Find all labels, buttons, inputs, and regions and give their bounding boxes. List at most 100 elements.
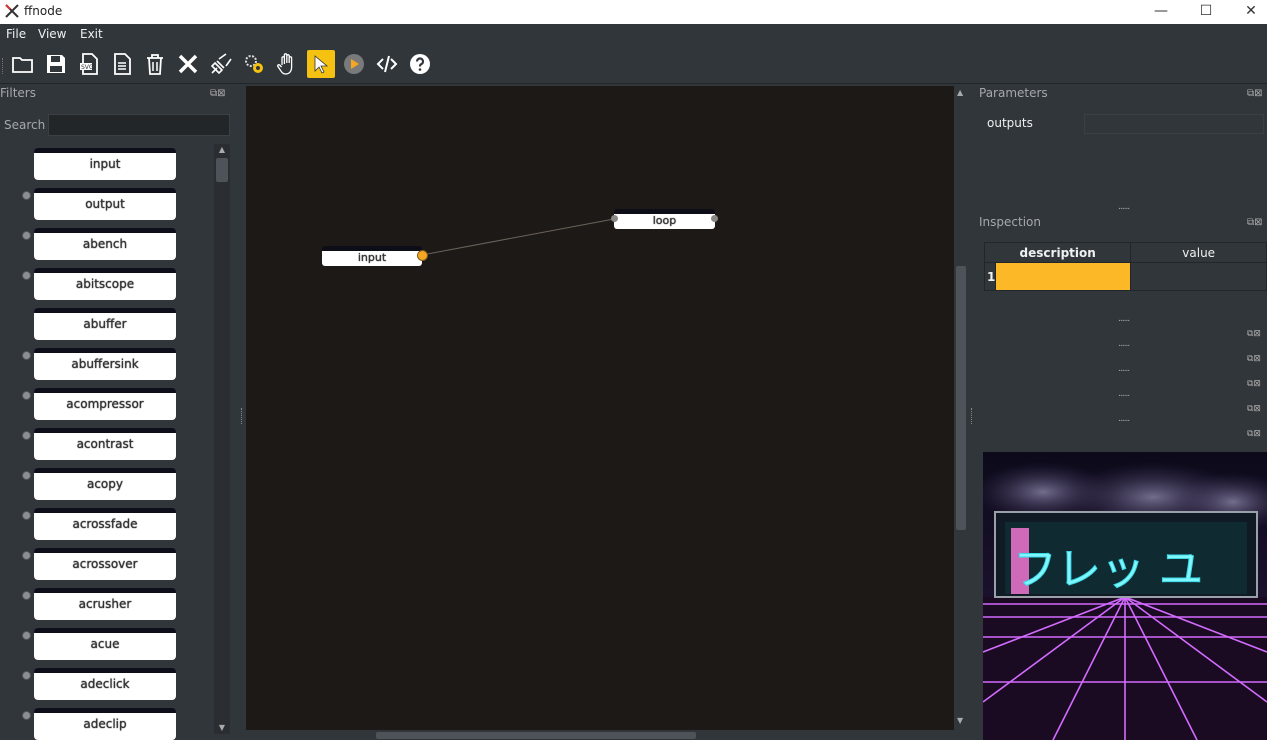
filter-item-label: acrusher	[78, 597, 132, 611]
output-port[interactable]	[711, 215, 718, 222]
dock-float-close-icon[interactable]: ⧉⊠	[1247, 379, 1261, 389]
dock-float-close-icon[interactable]: ⧉⊠	[1247, 429, 1261, 439]
scroll-down-icon[interactable]: ▼	[957, 716, 963, 725]
description-cell[interactable]	[995, 262, 1132, 291]
input-port[interactable]	[611, 215, 618, 222]
splitter-handle[interactable]: ......	[1118, 389, 1130, 399]
node-canvas[interactable]: input loop	[246, 86, 954, 730]
filter-port-dot	[22, 431, 31, 440]
filter-item[interactable]: acompressor	[34, 388, 176, 420]
search-label: Search	[4, 118, 46, 132]
minimize-button[interactable]: —	[1138, 0, 1184, 24]
scroll-thumb[interactable]	[956, 266, 966, 530]
splitter-handle[interactable]: ......	[1118, 364, 1130, 374]
dock-float-close-icon[interactable]: ⧉⊠	[1247, 217, 1267, 231]
node-loop[interactable]: loop	[614, 209, 715, 229]
document-icon[interactable]	[108, 50, 136, 78]
inspection-title: Inspection	[979, 215, 1041, 229]
splitter-handle[interactable]: ......	[1118, 339, 1130, 349]
filter-item-label: acrossover	[72, 557, 138, 571]
filter-item[interactable]: abuffer	[34, 308, 176, 340]
filter-item[interactable]: output	[34, 188, 176, 220]
hand-icon[interactable]	[273, 50, 301, 78]
gears-icon[interactable]	[240, 50, 268, 78]
code-icon[interactable]	[373, 50, 401, 78]
open-folder-icon[interactable]	[9, 50, 37, 78]
menu-exit[interactable]: Exit	[80, 27, 103, 41]
filter-port-dot	[22, 551, 31, 560]
scroll-down-icon[interactable]: ▼	[214, 722, 230, 734]
filter-item[interactable]: abench	[34, 228, 176, 260]
output-port[interactable]	[417, 250, 428, 261]
svg-text:SVG: SVG	[81, 64, 94, 71]
column-description[interactable]: description	[983, 242, 1132, 263]
filter-item-label: acompressor	[66, 397, 144, 411]
scroll-up-icon[interactable]: ▲	[957, 88, 963, 97]
filter-scrollbar[interactable]: ▲ ▼	[214, 144, 230, 734]
table-row[interactable]: 1	[983, 262, 1267, 291]
filter-item-label: adeclip	[83, 717, 127, 731]
value-cell[interactable]	[1130, 262, 1267, 291]
filter-item-label: abuffersink	[71, 357, 139, 371]
dock-float-close-icon[interactable]: ⧉⊠	[1247, 329, 1261, 339]
canvas-vertical-scrollbar[interactable]: ▲ ▼	[954, 86, 968, 730]
dock-float-close-icon[interactable]: ⧉⊠	[1247, 404, 1261, 414]
scroll-thumb[interactable]	[216, 158, 228, 182]
dock-float-close-icon[interactable]: ⧉⊠	[1247, 88, 1267, 102]
play-icon[interactable]	[340, 50, 368, 78]
filter-item[interactable]: acrossover	[34, 548, 176, 580]
toolbar-grip[interactable]	[2, 58, 5, 74]
filter-item[interactable]: abitscope	[34, 268, 176, 300]
export-icon[interactable]: SVG	[75, 50, 103, 78]
menu-file[interactable]: File	[6, 27, 26, 41]
filter-item[interactable]: abuffersink	[34, 348, 176, 380]
help-icon[interactable]	[406, 50, 434, 78]
filter-item-label: abuffer	[83, 317, 127, 331]
filter-port-dot	[22, 351, 31, 360]
inspection-table: description value 1	[983, 242, 1267, 291]
filter-item[interactable]: acontrast	[34, 428, 176, 460]
outputs-field[interactable]	[1084, 114, 1264, 134]
splitter-handle[interactable]: ......	[1118, 414, 1130, 424]
canvas-horizontal-scrollbar[interactable]	[246, 730, 954, 740]
toolbar: SVG	[0, 46, 1267, 84]
right-splitter[interactable]	[971, 408, 973, 424]
filter-item-label: abench	[82, 237, 128, 251]
app-icon	[5, 4, 19, 18]
filter-port-dot	[22, 231, 31, 240]
scroll-thumb[interactable]	[376, 732, 696, 739]
filter-list: input output abench abitscope abuffer abuffer…	[0, 144, 214, 740]
close-window-button[interactable]: ✕	[1228, 0, 1267, 24]
dock-float-close-icon[interactable]: ⧉⊠	[1247, 354, 1261, 364]
filter-item-label: acrossfade	[72, 517, 138, 531]
trash-icon[interactable]	[141, 50, 169, 78]
column-value[interactable]: value	[1130, 242, 1267, 263]
maximize-button[interactable]: ☐	[1183, 0, 1229, 24]
splitter-handle[interactable]: ......	[1118, 314, 1130, 324]
filter-item[interactable]: acue	[34, 628, 176, 660]
filter-item[interactable]: input	[34, 148, 176, 180]
dock-float-close-icon[interactable]: ⧉⊠	[210, 88, 236, 102]
plug-icon[interactable]	[207, 50, 235, 78]
preview-image: フレッ ユ	[983, 452, 1267, 740]
filter-item[interactable]: acrossfade	[34, 508, 176, 540]
filter-port-dot	[22, 711, 31, 720]
window-title: ffnode	[24, 4, 63, 18]
filter-item[interactable]: adeclick	[34, 668, 176, 700]
left-splitter[interactable]	[241, 408, 243, 424]
node-label: input	[357, 251, 387, 264]
save-icon[interactable]	[42, 50, 70, 78]
parameters-title: Parameters	[979, 86, 1048, 100]
filter-item[interactable]: adeclip	[34, 708, 176, 740]
scroll-up-icon[interactable]: ▲	[214, 144, 230, 156]
splitter-handle[interactable]: ......	[1118, 202, 1130, 212]
search-input[interactable]	[48, 114, 230, 136]
select-arrow-icon[interactable]	[307, 50, 335, 78]
video-preview: フレッ ユ	[983, 452, 1267, 740]
menu-view[interactable]: View	[38, 27, 66, 41]
menu-bar: File View Exit	[0, 24, 1267, 46]
filter-item[interactable]: acrusher	[34, 588, 176, 620]
node-input[interactable]: input	[322, 246, 422, 266]
close-x-icon[interactable]	[174, 50, 202, 78]
filter-item[interactable]: acopy	[34, 468, 176, 500]
